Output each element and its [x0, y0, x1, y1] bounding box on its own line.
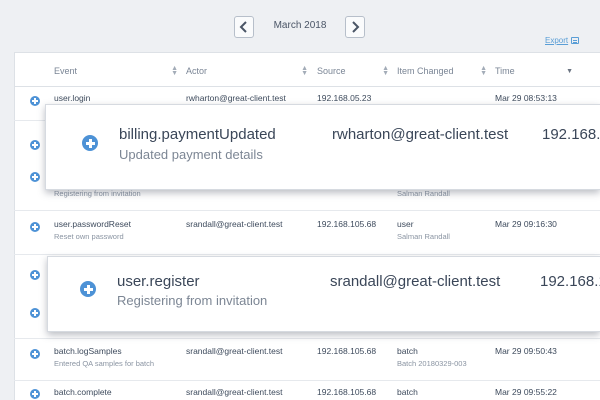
event-name: user.login: [54, 93, 91, 103]
timestamp: Mar 29 09:55:22: [495, 387, 557, 397]
event-description: Registering from invitation: [54, 189, 141, 198]
timestamp: Mar 29 08:53:13: [495, 93, 557, 103]
event-name: user.register: [117, 273, 200, 290]
expand-row-icon[interactable]: [30, 308, 40, 318]
expand-row-icon[interactable]: [30, 172, 40, 182]
sort-descending-icon: ▼: [566, 67, 573, 75]
row-divider: [14, 210, 600, 211]
expand-row-icon[interactable]: [30, 96, 40, 106]
chevron-right-icon: [352, 21, 360, 33]
table-icon: [571, 37, 580, 44]
event-name: batch.complete: [54, 387, 112, 397]
actor: srandall@great-client.test: [186, 387, 283, 397]
header-divider: [14, 86, 600, 87]
zoomed-row-user-register[interactable]: user.register Registering from invitatio…: [47, 256, 600, 332]
column-header-source[interactable]: Source ▲ ▼: [317, 65, 389, 77]
column-header-time[interactable]: Time ▼: [495, 66, 573, 76]
sort-icon: ▲ ▼: [301, 65, 308, 77]
timestamp: Mar 29 09:50:43: [495, 346, 557, 356]
source-ip: 192.168.10: [540, 273, 600, 290]
export-link[interactable]: Export: [545, 36, 580, 45]
next-month-button[interactable]: [345, 16, 365, 38]
event-description: Entered QA samples for batch: [54, 359, 155, 368]
table-row[interactable]: user.passwordReset Reset own password sr…: [14, 210, 600, 250]
actor: rwharton@great-client.test: [332, 126, 509, 143]
row-divider: [14, 380, 600, 381]
source-ip: 192.168.105.68: [317, 387, 377, 397]
item-changed-detail: Salman Randall: [397, 189, 450, 198]
expand-row-icon[interactable]: [82, 135, 98, 151]
source-ip: 192.168.105.68: [317, 346, 377, 356]
expand-row-icon[interactable]: [30, 222, 40, 232]
expand-row-icon[interactable]: [30, 389, 40, 399]
expand-row-icon[interactable]: [30, 140, 40, 150]
event-description: Registering from invitation: [117, 293, 268, 308]
chevron-left-icon: [239, 21, 247, 33]
timestamp: Mar 29 09:16:30: [495, 219, 557, 229]
source-ip: 192.168.105.68: [317, 219, 377, 229]
sort-icon: ▲ ▼: [171, 65, 178, 77]
actor: srandall@great-client.test: [186, 346, 283, 356]
actor: srandall@great-client.test: [186, 219, 283, 229]
item-changed-detail: Batch 20180329-003: [397, 359, 467, 368]
item-changed-detail: Salman Randall: [397, 232, 450, 241]
expand-row-icon[interactable]: [30, 270, 40, 280]
row-divider: [14, 254, 600, 255]
event-description: Updated payment details: [119, 147, 263, 162]
table-row[interactable]: batch.logSamples Entered QA samples for …: [14, 338, 600, 378]
source-ip: 192.168.05.23: [317, 93, 372, 103]
event-description: Reset own password: [54, 232, 124, 241]
column-header-item-changed[interactable]: Item Changed ▲ ▼: [397, 65, 487, 77]
expand-row-icon[interactable]: [30, 349, 40, 359]
current-month-label: March 2018: [273, 20, 327, 31]
export-label: Export: [545, 36, 569, 45]
item-changed: batch: [397, 387, 418, 397]
table-header: Event ▲ ▼ Actor ▲ ▼ Source ▲ ▼ Item Changed…: [14, 65, 600, 82]
month-navigator: March 2018: [0, 16, 600, 38]
table-row[interactable]: batch.complete srandall@great-client.tes…: [14, 380, 600, 400]
item-changed: batch: [397, 346, 418, 356]
event-name: billing.paymentUpdated: [119, 126, 276, 143]
expand-row-icon[interactable]: [80, 281, 96, 297]
previous-month-button[interactable]: [234, 16, 254, 38]
column-header-actor[interactable]: Actor ▲ ▼: [186, 65, 308, 77]
zoomed-row-billing-payment-updated[interactable]: billing.paymentUpdated Updated payment d…: [45, 104, 600, 190]
column-header-event[interactable]: Event ▲ ▼: [54, 65, 178, 77]
event-name: user.passwordReset: [54, 219, 132, 229]
sort-icon: ▲ ▼: [480, 65, 487, 77]
sort-icon: ▲ ▼: [382, 65, 389, 77]
item-changed: user: [397, 219, 414, 229]
actor: srandall@great-client.test: [330, 273, 501, 290]
event-name: batch.logSamples: [54, 346, 122, 356]
actor: rwharton@great-client.test: [186, 93, 286, 103]
source-ip: 192.168.1: [542, 126, 600, 143]
row-divider: [14, 338, 600, 339]
